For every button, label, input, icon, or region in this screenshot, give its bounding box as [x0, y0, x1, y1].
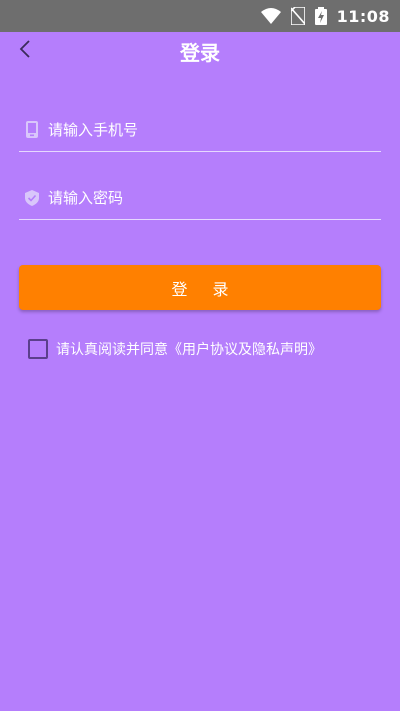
- status-bar: 11:08: [0, 0, 400, 32]
- agreement-checkbox[interactable]: [28, 339, 48, 359]
- page-title: 登录: [180, 40, 220, 65]
- shield-icon: [22, 188, 42, 208]
- phone-input[interactable]: [48, 108, 381, 151]
- back-arrow-icon: [19, 39, 31, 63]
- phone-field: [19, 108, 381, 152]
- login-screen: 11:08 登录 登 录 请认真阅读并同: [0, 0, 400, 711]
- back-button[interactable]: [10, 36, 40, 66]
- wifi-icon: [260, 8, 281, 24]
- phone-icon: [22, 120, 42, 140]
- title-bar: 登录: [0, 32, 400, 70]
- agreement-text: 请认真阅读并同意: [56, 342, 168, 358]
- login-button[interactable]: 登 录: [19, 265, 381, 310]
- no-sim-icon: [290, 7, 305, 25]
- agreement-link[interactable]: 《用户协议及隐私声明》: [168, 339, 322, 359]
- agreement-row: 请认真阅读并同意 《用户协议及隐私声明》: [28, 338, 322, 360]
- password-field: [19, 176, 381, 220]
- status-time: 11:08: [336, 6, 390, 26]
- password-input[interactable]: [48, 176, 381, 219]
- battery-charging-icon: [314, 7, 327, 25]
